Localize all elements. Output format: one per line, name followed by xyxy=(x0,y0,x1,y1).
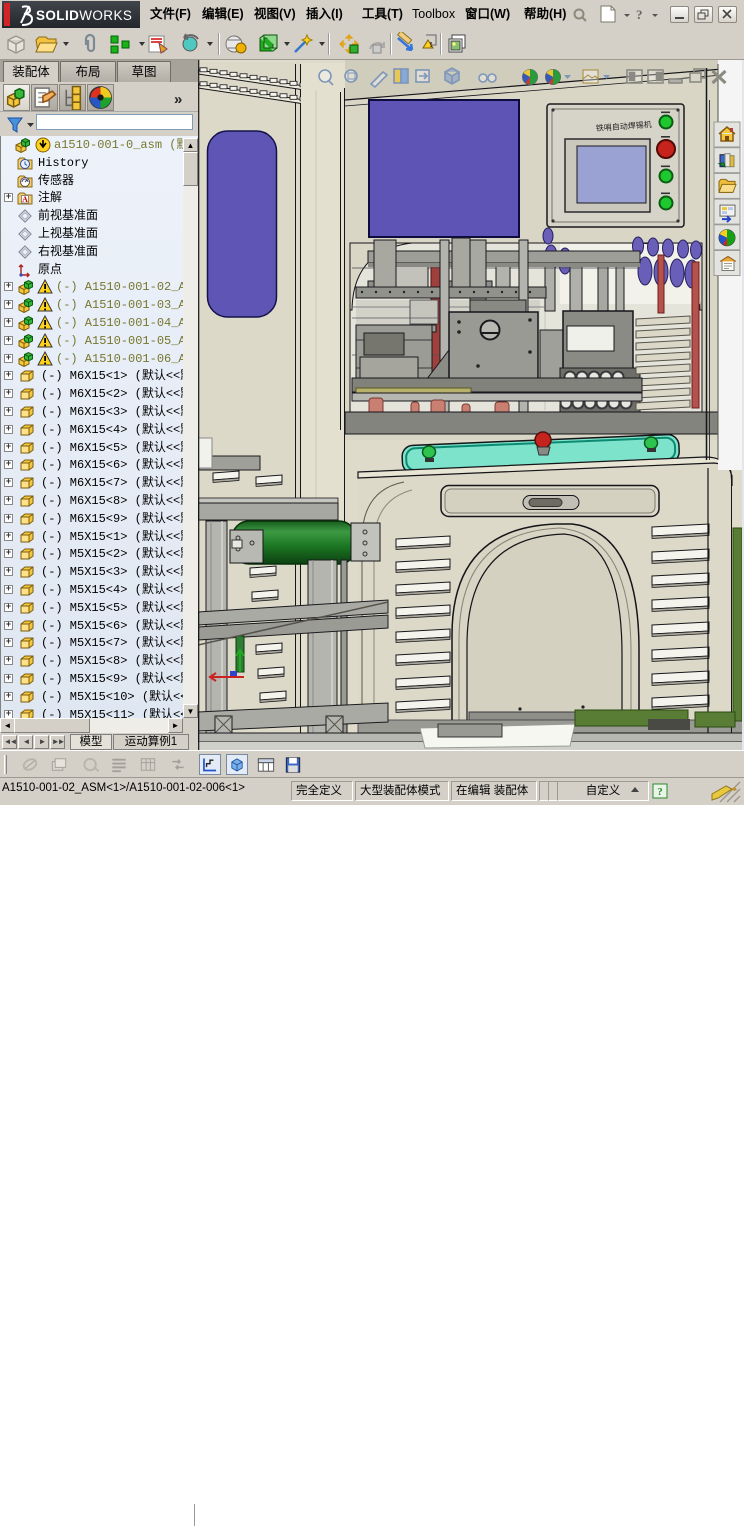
svg-text:A: A xyxy=(22,195,28,204)
svg-text:!: ! xyxy=(430,42,432,49)
svg-text:?: ? xyxy=(657,786,663,798)
svg-text:SOLIDWORKS: SOLIDWORKS xyxy=(36,8,132,23)
svg-text:?: ? xyxy=(636,7,643,22)
